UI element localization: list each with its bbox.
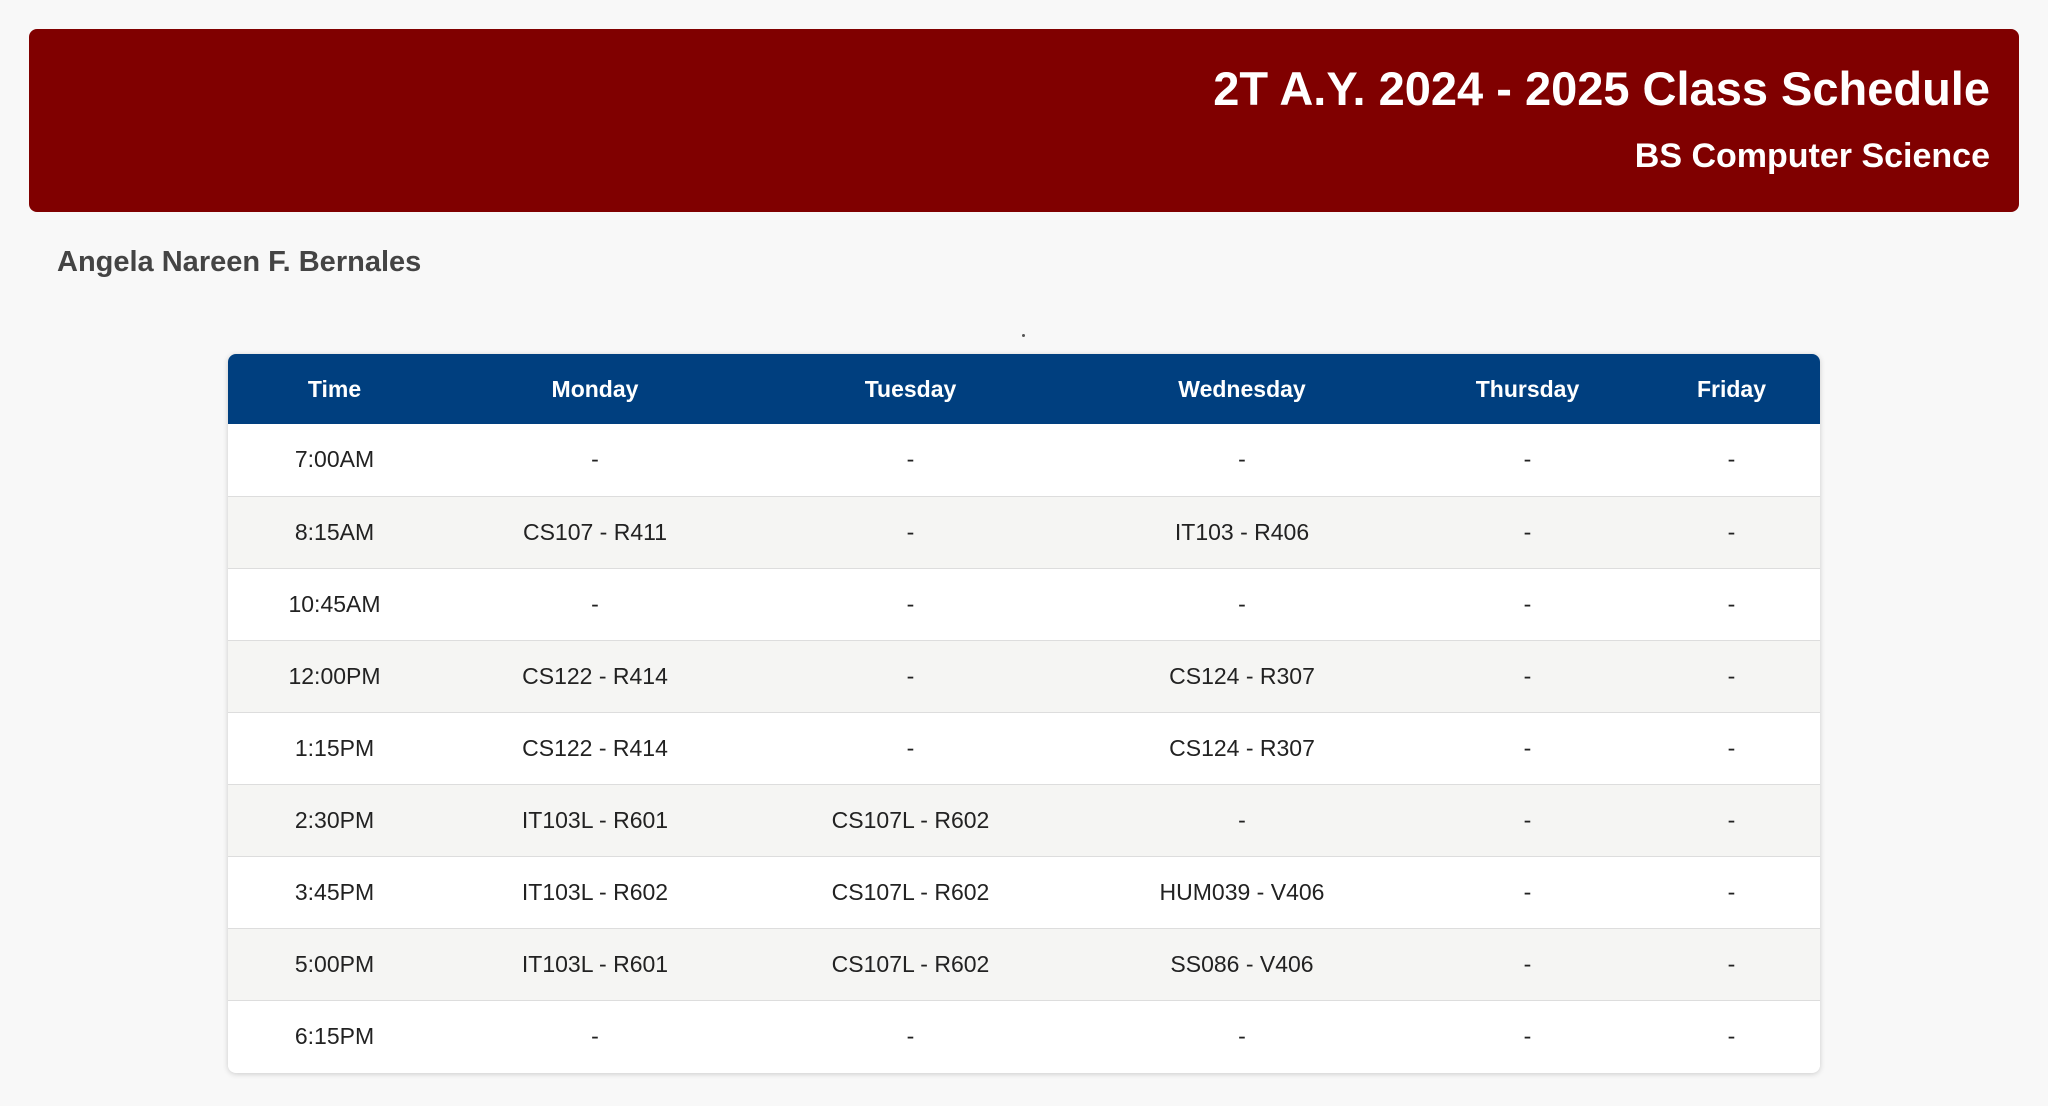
class-cell-friday: - xyxy=(1727,1022,1736,1049)
class-cell-wednesday: HUM039 - V406 xyxy=(1159,878,1325,905)
column-header-thursday: Thursday xyxy=(1475,375,1580,402)
class-cell-tuesday: CS107L - R602 xyxy=(831,950,990,977)
class-cell-tuesday: - xyxy=(906,662,915,689)
class-cell-thursday: - xyxy=(1523,1022,1532,1049)
table-row: 10:45AM - - - - - xyxy=(228,568,1820,640)
page-header: 2T A.Y. 2024 - 2025 Class Schedule BS Co… xyxy=(29,29,2019,212)
separator-mark xyxy=(1022,334,1025,337)
time-slot-cell: 10:45AM xyxy=(288,590,381,617)
time-slot-cell: 6:15PM xyxy=(294,1022,375,1049)
class-cell-thursday: - xyxy=(1523,734,1532,761)
class-cell-thursday: - xyxy=(1523,662,1532,689)
class-cell-friday: - xyxy=(1727,806,1736,833)
time-slot-cell: 3:45PM xyxy=(294,878,375,905)
class-cell-tuesday: CS107L - R602 xyxy=(831,806,990,833)
time-slot-cell: 1:15PM xyxy=(294,734,375,761)
header-row: Time Monday Tuesday Wednesday Thursday F… xyxy=(228,354,1820,424)
class-cell-wednesday: CS124 - R307 xyxy=(1169,662,1315,689)
class-cell-wednesday: IT103 - R406 xyxy=(1174,518,1310,545)
table-row: 12:00PM CS122 - R414 - CS124 - R307 - - xyxy=(228,640,1820,712)
table-row: 1:15PM CS122 - R414 - CS124 - R307 - - xyxy=(228,712,1820,784)
class-cell-monday: CS122 - R414 xyxy=(522,734,668,761)
time-slot-cell: 7:00AM xyxy=(294,446,375,473)
class-cell-tuesday: - xyxy=(906,446,915,473)
class-cell-thursday: - xyxy=(1523,950,1532,977)
class-cell-friday: - xyxy=(1727,446,1736,473)
class-cell-tuesday: - xyxy=(906,734,915,761)
time-slot-cell: 8:15AM xyxy=(294,518,375,545)
page-title: 2T A.Y. 2024 - 2025 Class Schedule xyxy=(1213,62,1990,115)
table-row: 6:15PM - - - - - xyxy=(228,1000,1820,1072)
class-cell-tuesday: - xyxy=(906,1022,915,1049)
class-cell-thursday: - xyxy=(1523,590,1532,617)
table-row: 5:00PM IT103L - R601 CS107L - R602 SS086 - … xyxy=(228,928,1820,1000)
class-cell-monday: - xyxy=(591,446,599,473)
column-header-wednesday: Wednesday xyxy=(1178,375,1306,402)
column-header-monday: Monday xyxy=(551,375,639,402)
class-cell-monday: - xyxy=(591,1022,599,1049)
class-cell-friday: - xyxy=(1727,518,1736,545)
table-row: 2:30PM IT103L - R601 CS107L - R602 - - - xyxy=(228,784,1820,856)
class-cell-monday: - xyxy=(591,590,599,617)
schedule-table-header: Time Monday Tuesday Wednesday Thursday F… xyxy=(228,354,1820,424)
time-slot-cell: 5:00PM xyxy=(294,950,375,977)
class-cell-tuesday: CS107L - R602 xyxy=(831,878,990,905)
class-cell-monday: CS122 - R414 xyxy=(522,662,668,689)
column-header-friday: Friday xyxy=(1696,375,1767,402)
schedule-table-container: Time Monday Tuesday Wednesday Thursday F… xyxy=(228,354,1820,1073)
class-cell-friday: - xyxy=(1727,950,1736,977)
class-cell-tuesday: - xyxy=(906,518,915,545)
class-cell-wednesday: CS124 - R307 xyxy=(1169,734,1315,761)
class-cell-tuesday: - xyxy=(906,590,915,617)
program-subtitle: BS Computer Science xyxy=(1634,137,1990,175)
class-cell-wednesday: - xyxy=(1238,446,1246,473)
class-cell-thursday: - xyxy=(1523,518,1532,545)
class-cell-monday: IT103L - R601 xyxy=(521,806,669,833)
class-cell-wednesday: - xyxy=(1238,590,1246,617)
table-row: 7:00AM - - - - - xyxy=(228,424,1820,496)
column-header-tuesday: Tuesday xyxy=(864,375,957,402)
schedule-table: Time Monday Tuesday Wednesday Thursday F… xyxy=(228,354,1820,1072)
class-cell-friday: - xyxy=(1727,662,1736,689)
class-cell-monday: IT103L - R602 xyxy=(521,878,669,905)
class-cell-wednesday: - xyxy=(1238,1022,1246,1049)
time-slot-cell: 2:30PM xyxy=(294,806,375,833)
class-cell-wednesday: - xyxy=(1238,806,1246,833)
class-cell-friday: - xyxy=(1727,734,1736,761)
student-name: Angela Nareen F. Bernales xyxy=(57,246,422,278)
column-header-time: Time xyxy=(307,375,362,402)
schedule-table-body: 7:00AM - - - - - 8:15AM CS107 - R411 - IT103 - R4… xyxy=(228,424,1820,1072)
class-cell-monday: CS107 - R411 xyxy=(522,518,668,545)
class-cell-friday: - xyxy=(1727,878,1736,905)
table-row: 3:45PM IT103L - R602 CS107L - R602 HUM039 -… xyxy=(228,856,1820,928)
class-cell-thursday: - xyxy=(1523,446,1532,473)
time-slot-cell: 12:00PM xyxy=(288,662,381,689)
class-cell-monday: IT103L - R601 xyxy=(521,950,669,977)
table-row: 8:15AM CS107 - R411 - IT103 - R406 - - xyxy=(228,496,1820,568)
class-cell-friday: - xyxy=(1727,590,1736,617)
class-cell-thursday: - xyxy=(1523,806,1532,833)
class-cell-wednesday: SS086 - V406 xyxy=(1170,950,1314,977)
class-cell-thursday: - xyxy=(1523,878,1532,905)
